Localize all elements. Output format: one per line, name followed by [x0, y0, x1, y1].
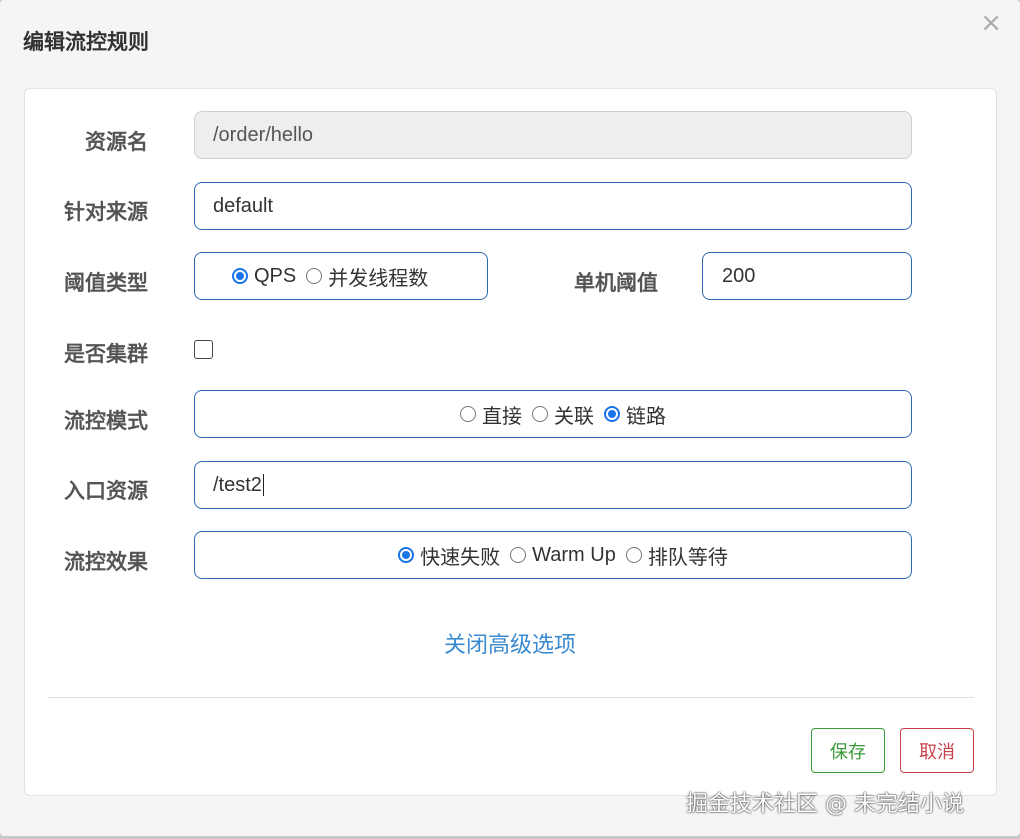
control-behavior-label: 流控效果: [64, 550, 148, 574]
radio-selected-icon: [232, 268, 248, 284]
radio-label: 直接: [482, 405, 522, 428]
threshold-label: 单机阈值: [574, 271, 658, 295]
grade-radio-group: QPS 并发线程数: [194, 252, 488, 300]
radio-label: 并发线程数: [328, 267, 429, 290]
control-behavior-radio-group: 快速失败 Warm Up 排队等待: [194, 531, 912, 579]
radio-label: 链路: [626, 405, 666, 428]
strategy-option-relate[interactable]: 关联: [532, 400, 594, 429]
cancel-button[interactable]: 取消: [900, 728, 974, 773]
save-button[interactable]: 保存: [811, 728, 885, 773]
resource-name-value: /order/hello: [213, 123, 314, 146]
strategy-option-chain[interactable]: 链路: [604, 400, 666, 429]
strategy-label: 流控模式: [64, 409, 148, 433]
close-advanced-options-link[interactable]: 关闭高级选项: [0, 627, 1020, 659]
resource-name-label: 资源名: [85, 130, 148, 154]
watermark-text: 掘金技术社区 @ 未完结小说: [686, 792, 964, 817]
cluster-checkbox[interactable]: [194, 340, 213, 359]
footer-divider: [47, 697, 974, 698]
radio-unselected-icon: [306, 268, 323, 284]
radio-label: 排队等待: [647, 546, 728, 569]
grade-label: 阈值类型: [64, 271, 148, 295]
radio-label: 快速失败: [420, 546, 501, 569]
dialog-title: 编辑流控规则: [23, 30, 149, 54]
strategy-option-direct[interactable]: 直接: [460, 400, 522, 429]
radio-unselected-icon: [460, 406, 476, 422]
close-icon[interactable]: ×: [980, 10, 1002, 36]
edit-flow-rule-dialog: 编辑流控规则 × 资源名 /order/hello 针对来源 default 阈…: [0, 0, 1020, 836]
ref-resource-input[interactable]: /test2: [194, 461, 912, 509]
resource-name-input: /order/hello: [194, 111, 912, 159]
radio-label: QPS: [254, 264, 297, 287]
strategy-radio-group: 直接 关联 链路: [194, 390, 912, 438]
grade-option-thread[interactable]: 并发线程数: [306, 262, 428, 291]
grade-option-qps[interactable]: QPS: [232, 265, 296, 288]
limit-app-value: default: [213, 194, 274, 217]
radio-unselected-icon: [510, 547, 527, 563]
cluster-label: 是否集群: [64, 342, 148, 366]
ref-resource-label: 入口资源: [64, 479, 148, 503]
radio-label: 关联: [554, 405, 594, 428]
radio-label: Warm Up: [532, 543, 616, 566]
behavior-option-fast-fail[interactable]: 快速失败: [398, 541, 500, 570]
radio-unselected-icon: [625, 547, 642, 563]
limit-app-input[interactable]: default: [194, 182, 912, 230]
behavior-option-queue[interactable]: 排队等待: [625, 541, 728, 570]
radio-unselected-icon: [532, 406, 548, 422]
radio-selected-icon: [604, 406, 620, 422]
radio-selected-icon: [398, 547, 415, 563]
threshold-input[interactable]: 200: [702, 252, 912, 300]
text-cursor: [262, 474, 264, 496]
behavior-option-warm-up[interactable]: Warm Up: [510, 544, 616, 567]
ref-resource-value: /test2: [213, 473, 262, 496]
threshold-value: 200: [722, 264, 756, 287]
limit-app-label: 针对来源: [64, 200, 148, 224]
